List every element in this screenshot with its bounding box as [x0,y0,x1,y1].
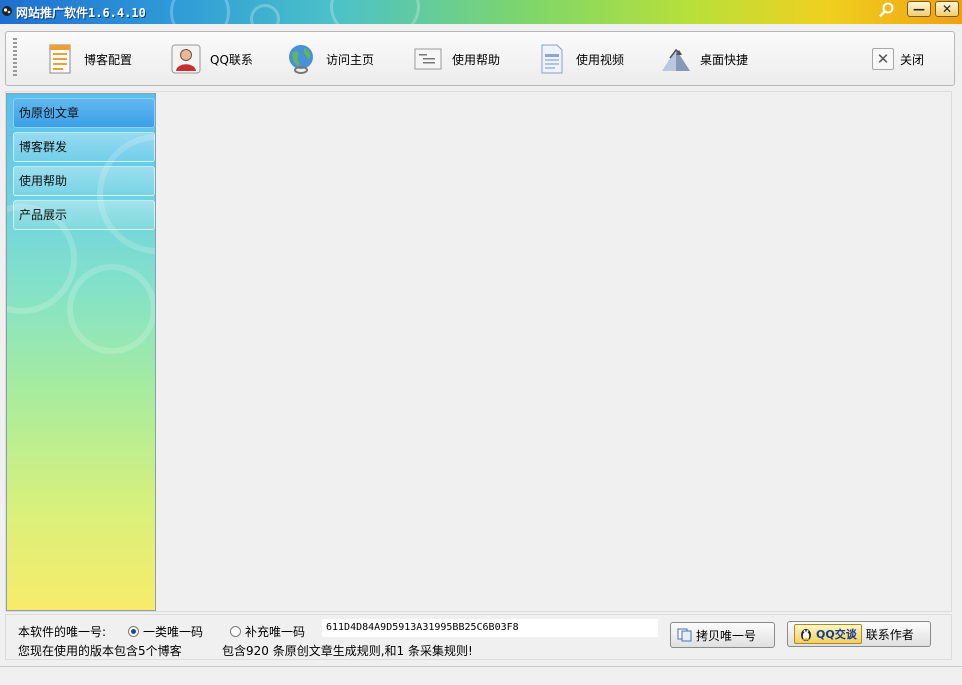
help-button[interactable]: 使用帮助 [412,40,500,78]
radio-button-selected [128,626,139,637]
app-icon [2,6,12,16]
qq-chat-label: QQ交谈 [816,628,857,641]
radio-supplement-label: 补充唯一码 [245,625,306,639]
blog-config-label: 博客配置 [84,52,133,67]
help-document-icon [412,43,444,75]
globe-icon [286,43,318,75]
sidebar-decoration [67,264,155,354]
uid-field[interactable]: 611D4D84A9D5913A31995BB25C6B03F8 [322,619,658,637]
window-close-button[interactable]: ✕ [935,1,959,17]
copy-icon [677,628,693,642]
toolbar-grip[interactable] [13,38,17,78]
sidebar-item-products[interactable]: 产品展示 [13,200,155,230]
minimize-button[interactable]: — [907,1,931,17]
radio-supplement-uid[interactable]: 补充唯一码 [230,623,305,640]
status-bar [0,666,962,685]
document-list-icon [44,43,76,75]
help-label: 使用帮助 [452,52,501,67]
radio-primary-label: 一类唯一码 [143,625,204,639]
title-bar: 网站推广软件1.6.4.10 — ✕ [0,0,962,24]
search-icon[interactable] [876,1,896,19]
rules-info: 包含920 条原创文章生成规则,和1 条采集规则! [222,644,473,658]
contact-author-button[interactable]: QQ交谈 联系作者 [787,621,931,647]
main-toolbar: 博客配置 QQ联系 访问主页 使用帮助 使用视频 桌面快捷 ✕ 关闭 [5,31,955,86]
sidebar-item-help[interactable]: 使用帮助 [13,166,155,196]
user-avatar-icon [170,43,202,75]
tutorial-video-button[interactable]: 使用视频 [536,40,624,78]
video-document-icon [536,43,568,75]
window-title: 网站推广软件1.6.4.10 [16,6,146,20]
uid-label: 本软件的唯一号: [18,625,107,639]
qq-contact-label: QQ联系 [210,52,253,67]
shortcut-arrow-icon [660,43,692,75]
sidebar: 伪原创文章 博客群发 使用帮助 产品展示 [6,93,156,611]
contact-author-label: 联系作者 [865,627,914,642]
copy-uid-button[interactable]: 拷贝唯一号 [670,622,775,648]
desktop-shortcut-button[interactable]: 桌面快捷 [660,40,748,78]
close-icon: ✕ [872,48,894,70]
sidebar-item-blog-broadcast[interactable]: 博客群发 [13,132,155,162]
close-app-label: 关闭 [900,52,925,67]
desktop-shortcut-label: 桌面快捷 [700,52,749,67]
title-decoration [250,4,280,24]
copy-uid-label: 拷贝唯一号 [696,628,757,643]
close-app-button[interactable]: ✕ 关闭 [872,40,924,78]
tutorial-video-label: 使用视频 [576,52,625,67]
version-info: 您现在使用的版本包含5个博客 [18,644,182,658]
visit-homepage-button[interactable]: 访问主页 [286,40,374,78]
visit-homepage-label: 访问主页 [326,52,375,67]
radio-primary-uid[interactable]: 一类唯一码 [128,623,203,640]
blog-config-button[interactable]: 博客配置 [44,40,132,78]
title-decoration [330,0,420,24]
radio-button [230,626,241,637]
title-decoration [170,0,230,24]
qq-chat-badge: QQ交谈 [794,624,862,644]
qq-contact-button[interactable]: QQ联系 [170,40,253,78]
sidebar-item-pseudo-original[interactable]: 伪原创文章 [13,98,155,128]
qq-penguin-icon [801,629,811,641]
